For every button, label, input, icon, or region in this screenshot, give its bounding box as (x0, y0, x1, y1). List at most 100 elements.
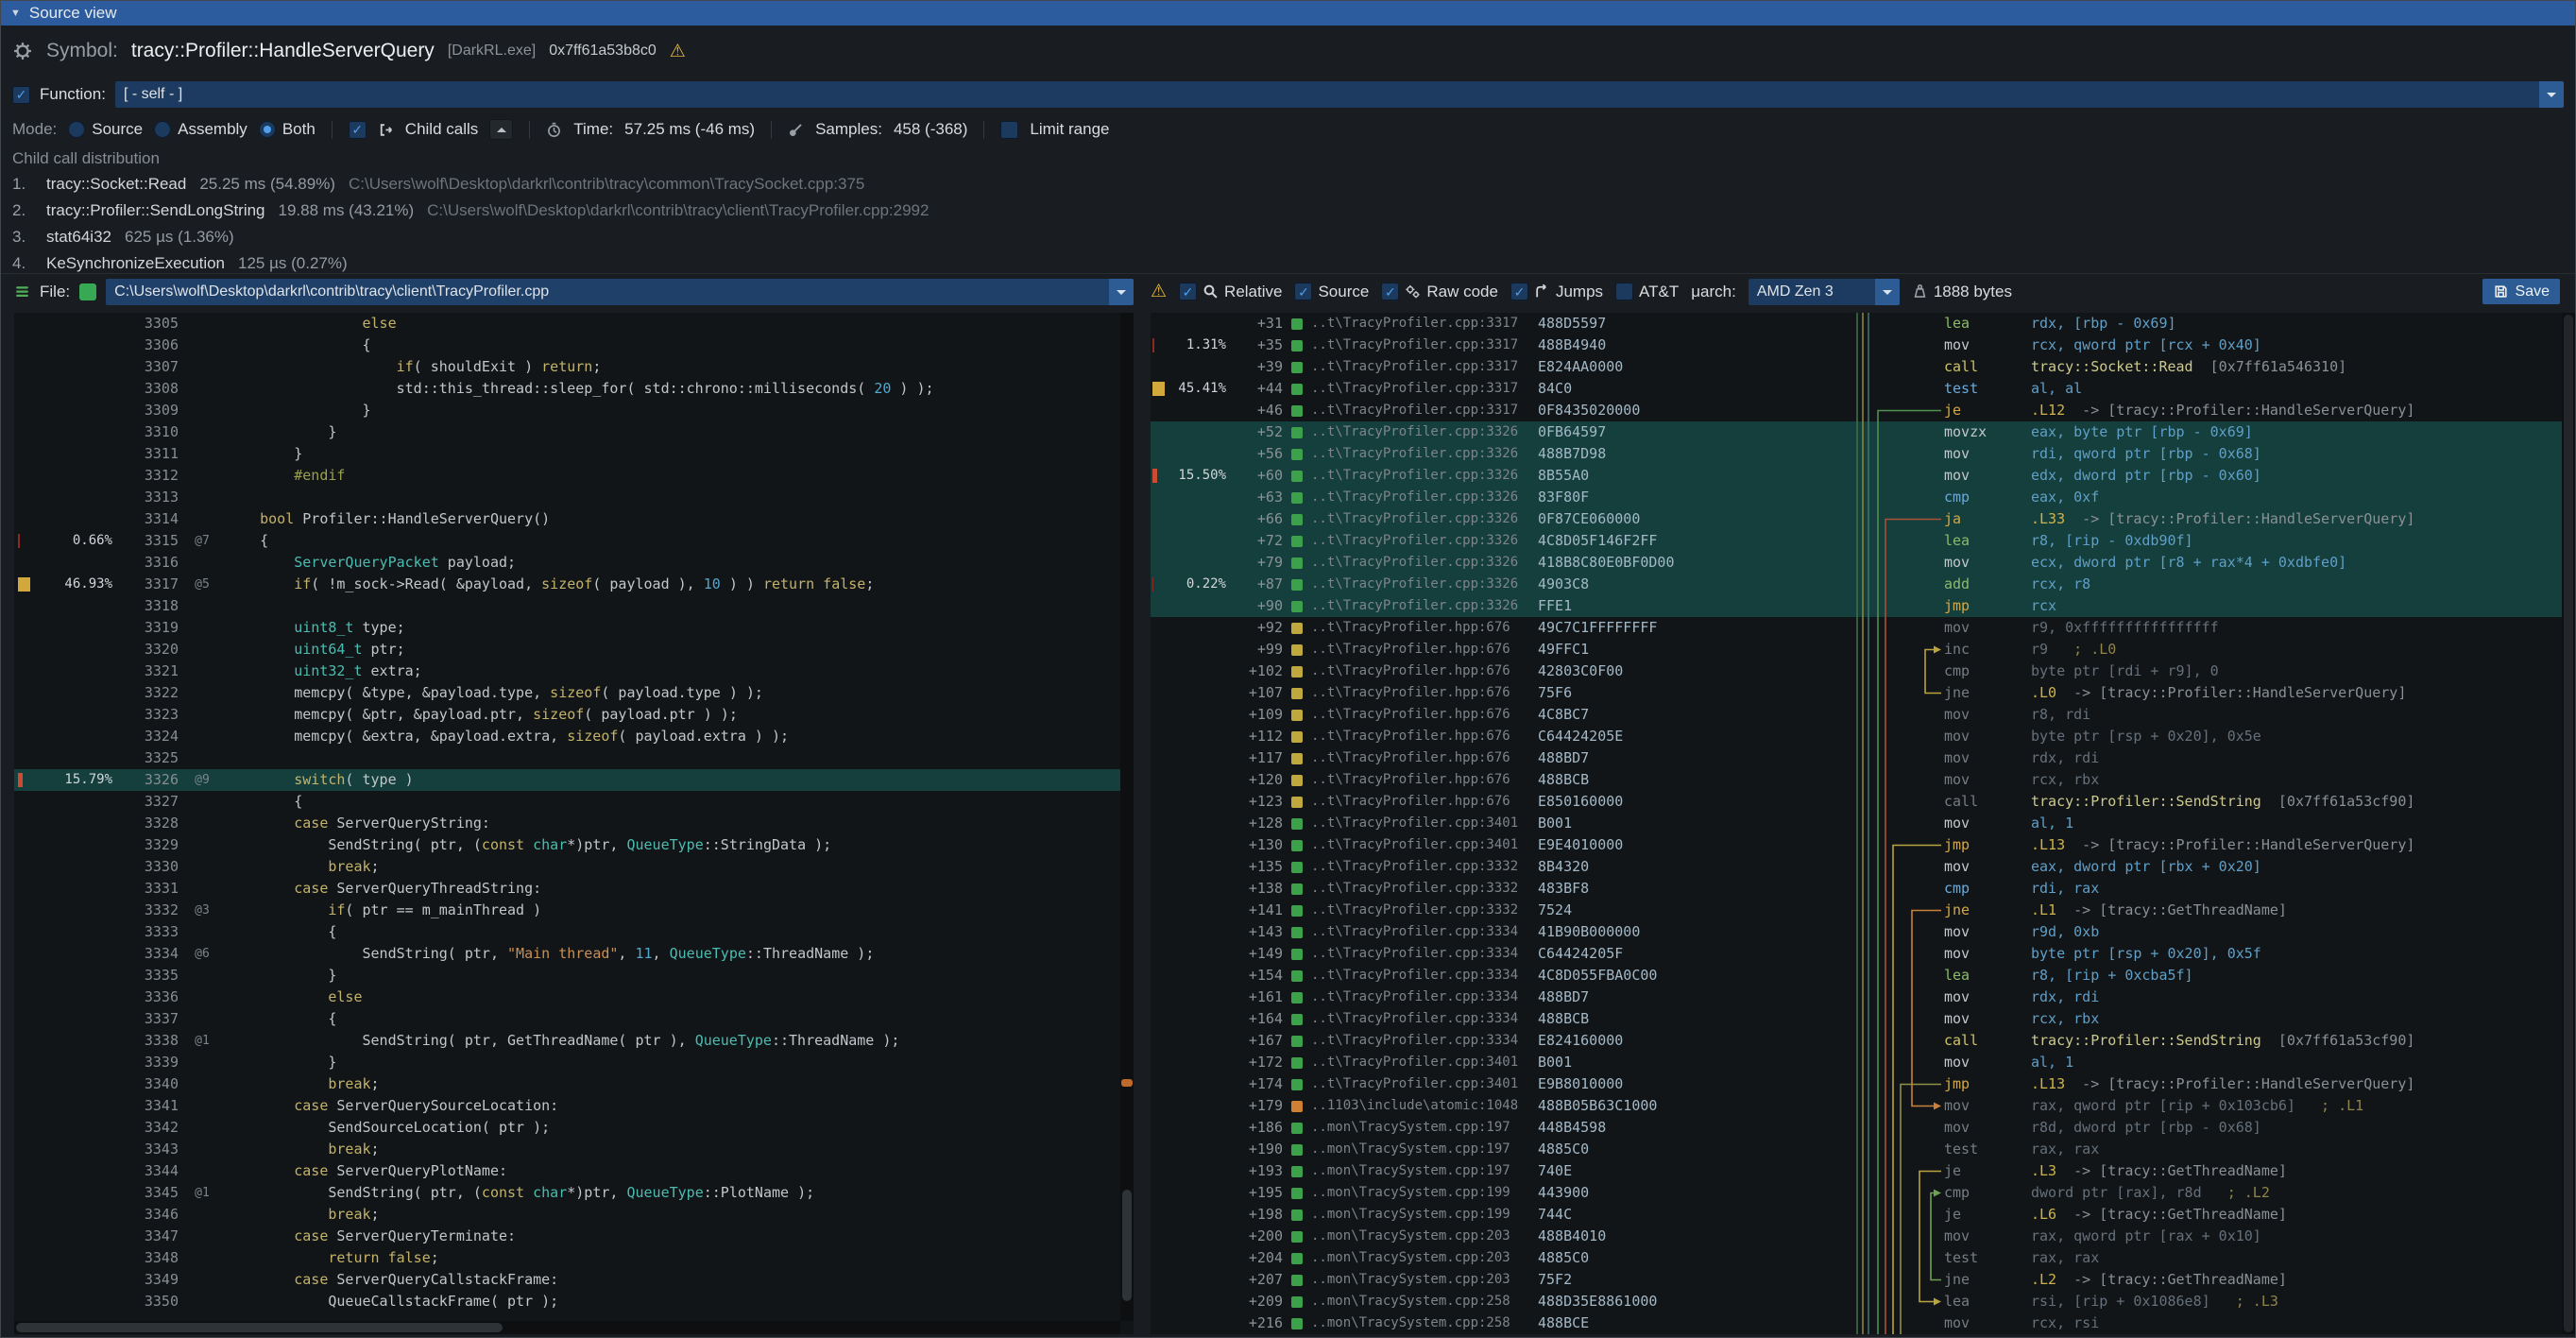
source-line-3307[interactable]: 3307if( shouldExit ) return; (14, 356, 1134, 378)
asm-row-+109[interactable]: +109..t\TracyProfiler.hpp:6764C8BC7movr8… (1151, 704, 2562, 726)
asm-row-+79[interactable]: +79..t\TracyProfiler.cpp:3326418B8C80E0B… (1151, 552, 2562, 574)
asm-row-+164[interactable]: +164..t\TracyProfiler.cpp:3334488BCBmovr… (1151, 1008, 2562, 1030)
asm-row-+216[interactable]: +216..mon\TracySystem.cpp:258488BCEmovrc… (1151, 1312, 2562, 1334)
source-line-3326[interactable]: 15.79%3326@9switch( type ) (14, 769, 1134, 791)
asm-row-+130[interactable]: +130..t\TracyProfiler.cpp:3401E9E4010000… (1151, 834, 2562, 856)
asm-row-+90[interactable]: +90..t\TracyProfiler.cpp:3326FFE1jmprcx (1151, 595, 2562, 617)
source-line-3330[interactable]: 3330break; (14, 856, 1134, 878)
raw-code-toggle[interactable]: ✓ Raw code (1381, 283, 1498, 301)
radio-icon[interactable] (68, 121, 85, 138)
source-line-3306[interactable]: 3306{ (14, 334, 1134, 356)
asm-row-+138[interactable]: +138..t\TracyProfiler.cpp:3332483BF8cmpr… (1151, 878, 2562, 900)
asm-row-+128[interactable]: +128..t\TracyProfiler.cpp:3401B001moval,… (1151, 813, 2562, 834)
scrollbar-thumb[interactable] (2564, 315, 2573, 1332)
source-line-3317[interactable]: 46.93%3317@5if( !m_sock->Read( &payload,… (14, 574, 1134, 595)
source-line-3318[interactable]: 3318 (14, 595, 1134, 617)
source-line-3343[interactable]: 3343break; (14, 1139, 1134, 1160)
child-call-entry[interactable]: 4. KeSynchronizeExecution 125 µs (0.27%) (12, 250, 2564, 273)
source-line-3344[interactable]: 3344case ServerQueryPlotName: (14, 1160, 1134, 1182)
asm-row-+204[interactable]: +204..mon\TracySystem.cpp:2034885C0testr… (1151, 1247, 2562, 1269)
asm-row-+141[interactable]: +141..t\TracyProfiler.cpp:33327524jne.L1… (1151, 900, 2562, 921)
asm-row-+112[interactable]: +112..t\TracyProfiler.hpp:676C64424205Em… (1151, 726, 2562, 747)
source-line-3310[interactable]: 3310} (14, 421, 1134, 443)
asm-row-+87[interactable]: 0.22%+87..t\TracyProfiler.cpp:33264903C8… (1151, 574, 2562, 595)
source-line-3341[interactable]: 3341case ServerQuerySourceLocation: (14, 1095, 1134, 1117)
mode-radio-source[interactable]: Source (68, 120, 143, 139)
source-line-3342[interactable]: 3342SendSourceLocation( ptr ); (14, 1117, 1134, 1139)
source-line-3311[interactable]: 3311} (14, 443, 1134, 465)
source-line-3324[interactable]: 3324memcpy( &extra, &payload.extra, size… (14, 726, 1134, 747)
asm-row-+66[interactable]: +66..t\TracyProfiler.cpp:33260F87CE06000… (1151, 508, 2562, 530)
asm-row-+31[interactable]: +31..t\TracyProfiler.cpp:3317488D5597lea… (1151, 313, 2562, 334)
source-line-3335[interactable]: 3335} (14, 965, 1134, 986)
scrollbar-thumb[interactable] (16, 1323, 503, 1332)
asm-row-+198[interactable]: +198..mon\TracySystem.cpp:199744Cje.L6 -… (1151, 1204, 2562, 1226)
source-toggle[interactable]: ✓ Source (1294, 283, 1369, 301)
source-line-3339[interactable]: 3339} (14, 1052, 1134, 1073)
uarch-combo[interactable]: AMD Zen 3 (1749, 279, 1900, 305)
radio-icon[interactable] (259, 121, 276, 138)
source-line-3322[interactable]: 3322memcpy( &type, &payload.type, sizeof… (14, 682, 1134, 704)
source-line-3346[interactable]: 3346break; (14, 1204, 1134, 1226)
asm-row-+179[interactable]: +179..1103\include\atomic:1048488B05B63C… (1151, 1095, 2562, 1117)
source-line-3349[interactable]: 3349case ServerQueryCallstackFrame: (14, 1269, 1134, 1291)
file-combo[interactable]: C:\Users\wolf\Desktop\darkrl\contrib\tra… (106, 279, 1134, 305)
collapse-icon[interactable]: ▼ (10, 9, 21, 19)
asm-row-+44[interactable]: 45.41%+44..t\TracyProfiler.cpp:331784C0t… (1151, 378, 2562, 400)
source-line-3319[interactable]: 3319uint8_t type; (14, 617, 1134, 639)
source-line-3329[interactable]: 3329SendString( ptr, (const char*)ptr, Q… (14, 834, 1134, 856)
child-call-entry[interactable]: 1. tracy::Socket::Read 25.25 ms (54.89%)… (12, 171, 2564, 197)
source-line-3338[interactable]: 3338@1SendString( ptr, GetThreadName( pt… (14, 1030, 1134, 1052)
source-line-3312[interactable]: 3312#endif (14, 465, 1134, 487)
child-calls-expand-button[interactable] (489, 119, 513, 140)
asm-row-+161[interactable]: +161..t\TracyProfiler.cpp:3334488BD7movr… (1151, 986, 2562, 1008)
asm-row-+167[interactable]: +167..t\TracyProfiler.cpp:3334E824160000… (1151, 1030, 2562, 1052)
att-toggle[interactable]: ✓ AT&T (1615, 283, 1679, 301)
asm-row-+172[interactable]: +172..t\TracyProfiler.cpp:3401B001moval,… (1151, 1052, 2562, 1073)
chevron-down-icon[interactable] (2539, 81, 2564, 108)
source-line-3345[interactable]: 3345@1SendString( ptr, (const char*)ptr,… (14, 1182, 1134, 1204)
asm-row-+92[interactable]: +92..t\TracyProfiler.hpp:67649C7C1FFFFFF… (1151, 617, 2562, 639)
source-line-3316[interactable]: 3316ServerQueryPacket payload; (14, 552, 1134, 574)
scrollbar-thumb[interactable] (1122, 1190, 1132, 1300)
source-line-3332[interactable]: 3332@3if( ptr == m_mainThread ) (14, 900, 1134, 921)
asm-row-+135[interactable]: +135..t\TracyProfiler.cpp:33328B4320move… (1151, 856, 2562, 878)
child-call-entry[interactable]: 3. stat64i32 625 µs (1.36%) (12, 224, 2564, 250)
source-line-3350[interactable]: 3350QueueCallstackFrame( ptr ); (14, 1291, 1134, 1312)
asm-row-+52[interactable]: +52..t\TracyProfiler.cpp:33260FB64597mov… (1151, 421, 2562, 443)
save-button[interactable]: Save (2482, 279, 2560, 304)
raw-code-checkbox[interactable]: ✓ (1381, 283, 1399, 300)
asm-row-+46[interactable]: +46..t\TracyProfiler.cpp:33170F843502000… (1151, 400, 2562, 421)
relative-toggle[interactable]: ✓ Relative (1179, 283, 1282, 301)
jumps-toggle[interactable]: ✓ Jumps (1510, 283, 1603, 301)
asm-row-+209[interactable]: +209..mon\TracySystem.cpp:258488D35E8861… (1151, 1291, 2562, 1312)
limit-range-checkbox[interactable]: ✓ (1000, 121, 1018, 139)
asm-row-+143[interactable]: +143..t\TracyProfiler.cpp:333441B90B0000… (1151, 921, 2562, 943)
titlebar[interactable]: ▼ Source view (1, 1, 2575, 26)
source-line-3340[interactable]: 3340break; (14, 1073, 1134, 1095)
source-line-3309[interactable]: 3309} (14, 400, 1134, 421)
source-line-3325[interactable]: 3325 (14, 747, 1134, 769)
asm-row-+186[interactable]: +186..mon\TracySystem.cpp:197448B4598mov… (1151, 1117, 2562, 1139)
asm-row-+99[interactable]: +99..t\TracyProfiler.hpp:67649FFC1incr9 … (1151, 639, 2562, 660)
asm-row-+56[interactable]: +56..t\TracyProfiler.cpp:3326488B7D98mov… (1151, 443, 2562, 465)
asm-row-+154[interactable]: +154..t\TracyProfiler.cpp:33344C8D055FBA… (1151, 965, 2562, 986)
radio-icon[interactable] (154, 121, 171, 138)
asm-row-+174[interactable]: +174..t\TracyProfiler.cpp:3401E9B8010000… (1151, 1073, 2562, 1095)
source-line-3348[interactable]: 3348return false; (14, 1247, 1134, 1269)
function-checkbox[interactable]: ✓ (12, 86, 30, 104)
asm-row-+107[interactable]: +107..t\TracyProfiler.hpp:67675F6jne.L0 … (1151, 682, 2562, 704)
chevron-down-icon[interactable] (1875, 279, 1900, 305)
source-line-3314[interactable]: 3314bool Profiler::HandleServerQuery() (14, 508, 1134, 530)
asm-row-+60[interactable]: 15.50%+60..t\TracyProfiler.cpp:33268B55A… (1151, 465, 2562, 487)
asm-row-+102[interactable]: +102..t\TracyProfiler.hpp:67642803C0F00c… (1151, 660, 2562, 682)
source-line-3333[interactable]: 3333{ (14, 921, 1134, 943)
child-call-entry[interactable]: 2. tracy::Profiler::SendLongString 19.88… (12, 197, 2564, 224)
source-line-3305[interactable]: 3305else (14, 313, 1134, 334)
source-line-3320[interactable]: 3320uint64_t ptr; (14, 639, 1134, 660)
source-line-3308[interactable]: 3308std::this_thread::sleep_for( std::ch… (14, 378, 1134, 400)
asm-row-+72[interactable]: +72..t\TracyProfiler.cpp:33264C8D05F146F… (1151, 530, 2562, 552)
source-horizontal-scrollbar[interactable] (14, 1321, 1120, 1334)
source-line-3328[interactable]: 3328case ServerQueryString: (14, 813, 1134, 834)
asm-row-+39[interactable]: +39..t\TracyProfiler.cpp:3317E824AA0000c… (1151, 356, 2562, 378)
